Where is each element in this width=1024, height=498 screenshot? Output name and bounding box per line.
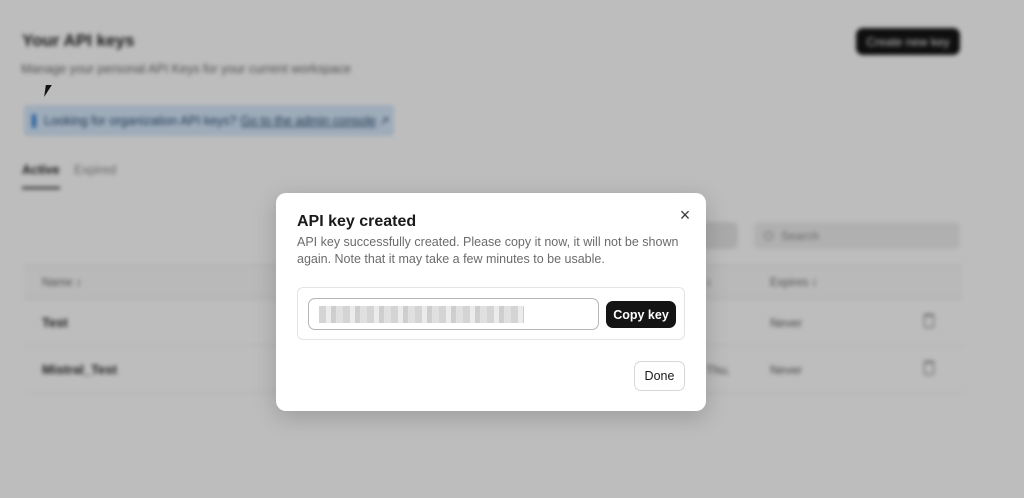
- api-key-field[interactable]: [308, 298, 599, 330]
- api-key-created-dialog: API key created × API key successfully c…: [276, 193, 706, 411]
- copy-key-button[interactable]: Copy key: [606, 301, 676, 328]
- done-button[interactable]: Done: [634, 361, 685, 391]
- close-icon[interactable]: ×: [675, 205, 695, 225]
- api-key-container: Copy key: [297, 287, 685, 340]
- dialog-description: API key successfully created. Please cop…: [297, 235, 679, 266]
- dialog-title: API key created: [297, 213, 417, 230]
- redacted-key-value: [319, 306, 524, 323]
